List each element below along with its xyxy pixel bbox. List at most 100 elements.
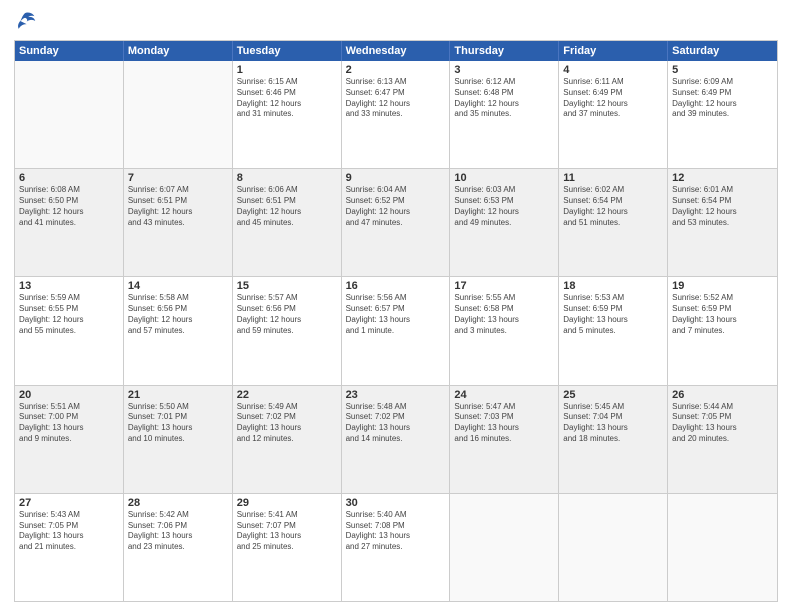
cell-line: Sunset: 6:51 PM (128, 196, 228, 207)
cell-line: Sunset: 6:57 PM (346, 304, 446, 315)
cell-line: and 12 minutes. (237, 434, 337, 445)
header-day-sunday: Sunday (15, 41, 124, 61)
empty-cell (450, 494, 559, 601)
cell-line: and 16 minutes. (454, 434, 554, 445)
day-number: 18 (563, 280, 663, 292)
cell-line: and 53 minutes. (672, 218, 773, 229)
cell-line: Daylight: 13 hours (128, 423, 228, 434)
cell-line: Daylight: 12 hours (454, 207, 554, 218)
cell-line: Sunset: 7:06 PM (128, 521, 228, 532)
header (14, 10, 778, 32)
cell-line: and 27 minutes. (346, 542, 446, 553)
header-day-thursday: Thursday (450, 41, 559, 61)
day-number: 14 (128, 280, 228, 292)
cell-line: Daylight: 13 hours (672, 423, 773, 434)
cell-line: Daylight: 13 hours (128, 531, 228, 542)
cell-line: Daylight: 13 hours (237, 423, 337, 434)
cell-line: Daylight: 13 hours (346, 531, 446, 542)
cell-line: Daylight: 13 hours (19, 531, 119, 542)
day-cell-19: 19Sunrise: 5:52 AMSunset: 6:59 PMDayligh… (668, 277, 777, 384)
cell-line: Sunset: 7:03 PM (454, 412, 554, 423)
cell-line: and 41 minutes. (19, 218, 119, 229)
cell-line: Daylight: 12 hours (19, 315, 119, 326)
cell-line: and 45 minutes. (237, 218, 337, 229)
empty-cell (15, 61, 124, 168)
cell-line: Sunrise: 6:02 AM (563, 185, 663, 196)
cell-line: Sunrise: 5:51 AM (19, 402, 119, 413)
cell-line: Daylight: 13 hours (563, 315, 663, 326)
header-day-monday: Monday (124, 41, 233, 61)
cell-line: Sunset: 6:59 PM (563, 304, 663, 315)
day-cell-25: 25Sunrise: 5:45 AMSunset: 7:04 PMDayligh… (559, 386, 668, 493)
day-number: 26 (672, 389, 773, 401)
empty-cell (124, 61, 233, 168)
cell-line: Sunset: 7:02 PM (237, 412, 337, 423)
calendar: SundayMondayTuesdayWednesdayThursdayFrid… (14, 40, 778, 602)
cell-line: Sunrise: 5:42 AM (128, 510, 228, 521)
cell-line: and 23 minutes. (128, 542, 228, 553)
day-number: 30 (346, 497, 446, 509)
day-cell-18: 18Sunrise: 5:53 AMSunset: 6:59 PMDayligh… (559, 277, 668, 384)
cell-line: and 9 minutes. (19, 434, 119, 445)
calendar-row-3: 13Sunrise: 5:59 AMSunset: 6:55 PMDayligh… (15, 277, 777, 385)
day-number: 20 (19, 389, 119, 401)
cell-line: and 37 minutes. (563, 109, 663, 120)
cell-line: Sunset: 7:02 PM (346, 412, 446, 423)
day-cell-20: 20Sunrise: 5:51 AMSunset: 7:00 PMDayligh… (15, 386, 124, 493)
cell-line: Daylight: 12 hours (672, 207, 773, 218)
cell-line: Sunrise: 6:09 AM (672, 77, 773, 88)
day-number: 7 (128, 172, 228, 184)
day-cell-8: 8Sunrise: 6:06 AMSunset: 6:51 PMDaylight… (233, 169, 342, 276)
cell-line: Sunset: 6:49 PM (672, 88, 773, 99)
cell-line: Daylight: 12 hours (346, 99, 446, 110)
header-day-saturday: Saturday (668, 41, 777, 61)
cell-line: Sunrise: 6:01 AM (672, 185, 773, 196)
day-number: 4 (563, 64, 663, 76)
cell-line: and 57 minutes. (128, 326, 228, 337)
cell-line: Sunrise: 5:57 AM (237, 293, 337, 304)
cell-line: and 21 minutes. (19, 542, 119, 553)
cell-line: Sunrise: 5:53 AM (563, 293, 663, 304)
cell-line: and 3 minutes. (454, 326, 554, 337)
cell-line: and 14 minutes. (346, 434, 446, 445)
day-number: 5 (672, 64, 773, 76)
cell-line: Sunrise: 6:08 AM (19, 185, 119, 196)
cell-line: Sunrise: 5:43 AM (19, 510, 119, 521)
cell-line: Sunrise: 5:52 AM (672, 293, 773, 304)
day-number: 23 (346, 389, 446, 401)
cell-line: and 59 minutes. (237, 326, 337, 337)
cell-line: Daylight: 13 hours (454, 315, 554, 326)
day-number: 17 (454, 280, 554, 292)
day-cell-7: 7Sunrise: 6:07 AMSunset: 6:51 PMDaylight… (124, 169, 233, 276)
cell-line: Daylight: 12 hours (346, 207, 446, 218)
cell-line: and 33 minutes. (346, 109, 446, 120)
calendar-row-1: 1Sunrise: 6:15 AMSunset: 6:46 PMDaylight… (15, 61, 777, 169)
cell-line: Daylight: 13 hours (237, 531, 337, 542)
cell-line: Sunrise: 6:13 AM (346, 77, 446, 88)
cell-line: Sunset: 6:56 PM (237, 304, 337, 315)
cell-line: Daylight: 12 hours (563, 99, 663, 110)
cell-line: Sunrise: 6:15 AM (237, 77, 337, 88)
cell-line: Daylight: 13 hours (346, 315, 446, 326)
cell-line: Sunrise: 6:06 AM (237, 185, 337, 196)
day-number: 10 (454, 172, 554, 184)
cell-line: Sunrise: 5:45 AM (563, 402, 663, 413)
cell-line: Sunrise: 5:50 AM (128, 402, 228, 413)
day-cell-13: 13Sunrise: 5:59 AMSunset: 6:55 PMDayligh… (15, 277, 124, 384)
calendar-header: SundayMondayTuesdayWednesdayThursdayFrid… (15, 41, 777, 61)
cell-line: Daylight: 12 hours (128, 207, 228, 218)
day-number: 13 (19, 280, 119, 292)
cell-line: Sunset: 6:54 PM (672, 196, 773, 207)
day-cell-5: 5Sunrise: 6:09 AMSunset: 6:49 PMDaylight… (668, 61, 777, 168)
cell-line: and 18 minutes. (563, 434, 663, 445)
calendar-body: 1Sunrise: 6:15 AMSunset: 6:46 PMDaylight… (15, 61, 777, 601)
day-cell-27: 27Sunrise: 5:43 AMSunset: 7:05 PMDayligh… (15, 494, 124, 601)
empty-cell (559, 494, 668, 601)
cell-line: and 35 minutes. (454, 109, 554, 120)
day-number: 19 (672, 280, 773, 292)
cell-line: Daylight: 13 hours (346, 423, 446, 434)
header-day-wednesday: Wednesday (342, 41, 451, 61)
cell-line: and 43 minutes. (128, 218, 228, 229)
day-cell-23: 23Sunrise: 5:48 AMSunset: 7:02 PMDayligh… (342, 386, 451, 493)
cell-line: and 7 minutes. (672, 326, 773, 337)
